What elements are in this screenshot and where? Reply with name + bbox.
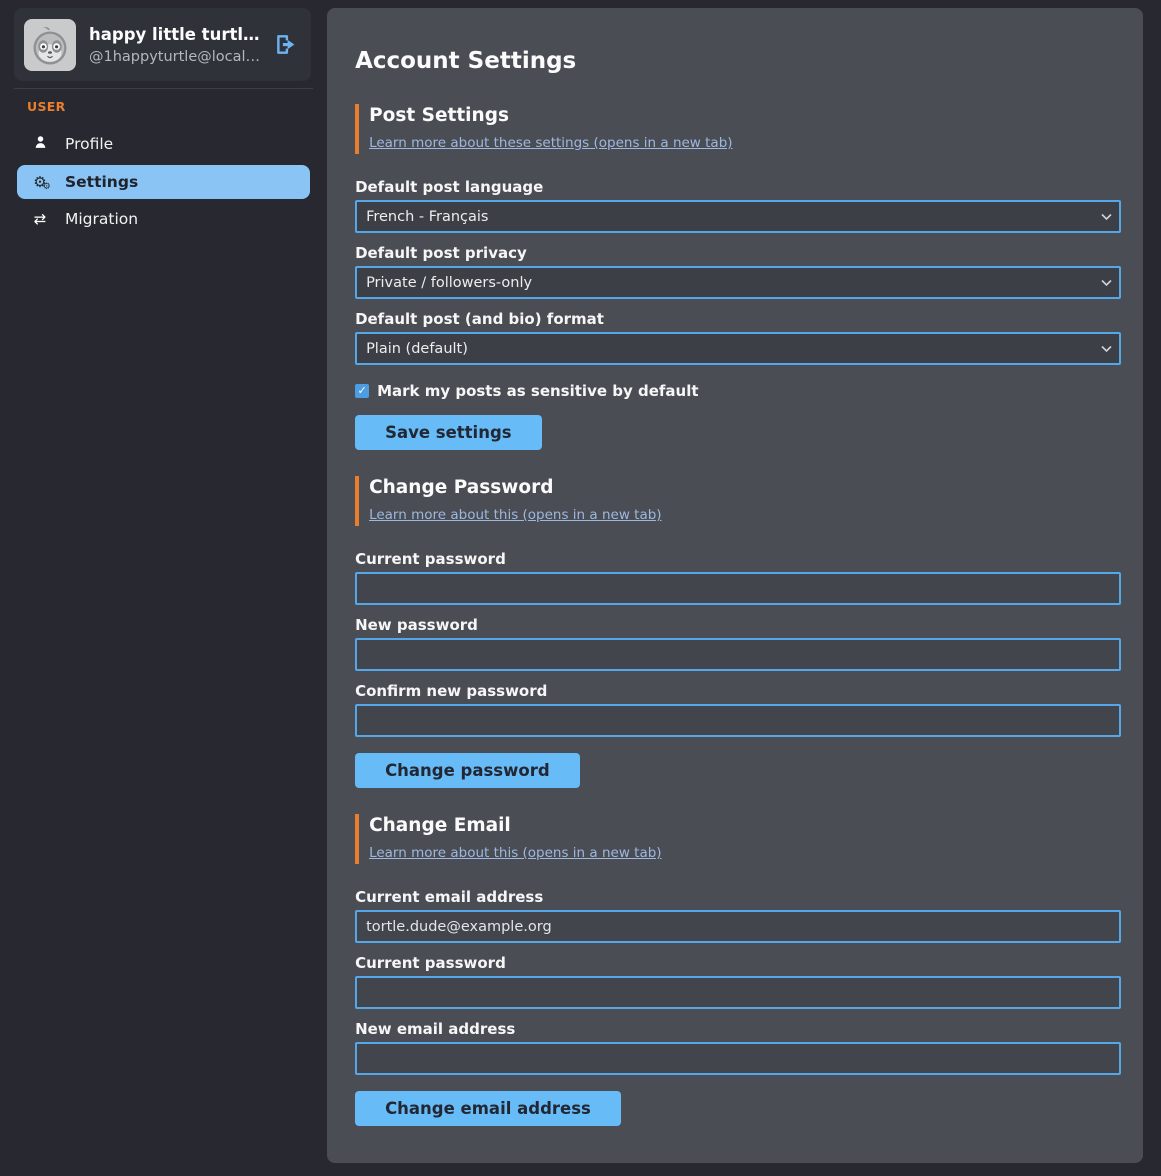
field-label: Current email address — [355, 888, 1121, 906]
change-password-section: Change Password Learn more about this (o… — [355, 476, 1121, 788]
sidebar-section-label: USER — [27, 99, 327, 114]
change-password-learn-more-link[interactable]: Learn more about this (opens in a new ta… — [369, 507, 662, 523]
default-post-language-field: Default post language French - Français — [355, 178, 1121, 233]
sensitive-checkbox-label: Mark my posts as sensitive by default — [377, 382, 698, 400]
field-label: Current password — [355, 550, 1121, 568]
default-post-format-field: Default post (and bio) format Plain (def… — [355, 310, 1121, 365]
field-label: Current password — [355, 954, 1121, 972]
field-label: Confirm new password — [355, 682, 1121, 700]
post-settings-header: Post Settings Learn more about these set… — [355, 104, 1121, 154]
sidebar: happy little turtl… @1happyturtle@local…… — [0, 0, 327, 1176]
field-label: Default post privacy — [355, 244, 1121, 262]
check-icon: ✓ — [357, 384, 366, 397]
sensitive-checkbox[interactable]: ✓ — [355, 384, 369, 398]
current-email-field: Current email address — [355, 888, 1121, 943]
new-password-input[interactable] — [355, 638, 1121, 671]
user-info: happy little turtl… @1happyturtle@local… — [89, 25, 260, 65]
sidebar-item-migration[interactable]: ⇄ Migration — [17, 205, 310, 233]
sensitive-by-default-row: ✓ Mark my posts as sensitive by default — [355, 382, 1121, 400]
user-icon — [30, 134, 50, 154]
sidebar-item-profile[interactable]: Profile — [17, 129, 310, 159]
main-panel: Account Settings Post Settings Learn mor… — [327, 8, 1143, 1163]
logout-icon[interactable] — [273, 32, 299, 57]
change-email-header: Change Email Learn more about this (open… — [355, 814, 1121, 864]
change-email-button[interactable]: Change email address — [355, 1091, 621, 1126]
confirm-new-password-input[interactable] — [355, 704, 1121, 737]
user-display-name: happy little turtl… — [89, 25, 260, 44]
email-current-password-field: Current password — [355, 954, 1121, 1009]
sidebar-item-label: Profile — [65, 135, 113, 153]
app-root: happy little turtl… @1happyturtle@local…… — [0, 0, 1161, 1176]
sidebar-item-settings[interactable]: ⚙⚙ Settings — [17, 165, 310, 199]
field-label: New email address — [355, 1020, 1121, 1038]
avatar — [24, 19, 76, 71]
migration-arrows-icon: ⇄ — [30, 210, 50, 228]
change-email-learn-more-link[interactable]: Learn more about this (opens in a new ta… — [369, 845, 662, 861]
change-email-heading: Change Email — [369, 815, 1121, 836]
sidebar-item-label: Migration — [65, 210, 138, 228]
sidebar-item-label: Settings — [65, 173, 138, 191]
post-settings-section: Post Settings Learn more about these set… — [355, 104, 1121, 450]
sidebar-nav: Profile ⚙⚙ Settings ⇄ Migration — [0, 126, 327, 236]
change-password-heading: Change Password — [369, 477, 1121, 498]
current-password-field: Current password — [355, 550, 1121, 605]
post-settings-learn-more-link[interactable]: Learn more about these settings (opens i… — [369, 135, 732, 151]
field-label: New password — [355, 616, 1121, 634]
change-password-button[interactable]: Change password — [355, 753, 580, 788]
current-email-input[interactable] — [355, 910, 1121, 943]
confirm-new-password-field: Confirm new password — [355, 682, 1121, 737]
gears-icon: ⚙⚙ — [30, 173, 50, 191]
save-settings-button[interactable]: Save settings — [355, 415, 542, 450]
change-password-header: Change Password Learn more about this (o… — [355, 476, 1121, 526]
user-card: happy little turtl… @1happyturtle@local… — [14, 8, 311, 81]
field-label: Default post language — [355, 178, 1121, 196]
sidebar-divider — [14, 88, 313, 89]
user-handle: @1happyturtle@local… — [89, 49, 260, 65]
default-post-format-select[interactable]: Plain (default) — [355, 332, 1121, 365]
new-email-field: New email address — [355, 1020, 1121, 1075]
page-title: Account Settings — [355, 48, 1121, 74]
post-settings-heading: Post Settings — [369, 105, 1121, 126]
current-password-input[interactable] — [355, 572, 1121, 605]
new-password-field: New password — [355, 616, 1121, 671]
default-post-language-select[interactable]: French - Français — [355, 200, 1121, 233]
change-email-section: Change Email Learn more about this (open… — [355, 814, 1121, 1126]
email-current-password-input[interactable] — [355, 976, 1121, 1009]
new-email-input[interactable] — [355, 1042, 1121, 1075]
default-post-privacy-select[interactable]: Private / followers-only — [355, 266, 1121, 299]
default-post-privacy-field: Default post privacy Private / followers… — [355, 244, 1121, 299]
field-label: Default post (and bio) format — [355, 310, 1121, 328]
